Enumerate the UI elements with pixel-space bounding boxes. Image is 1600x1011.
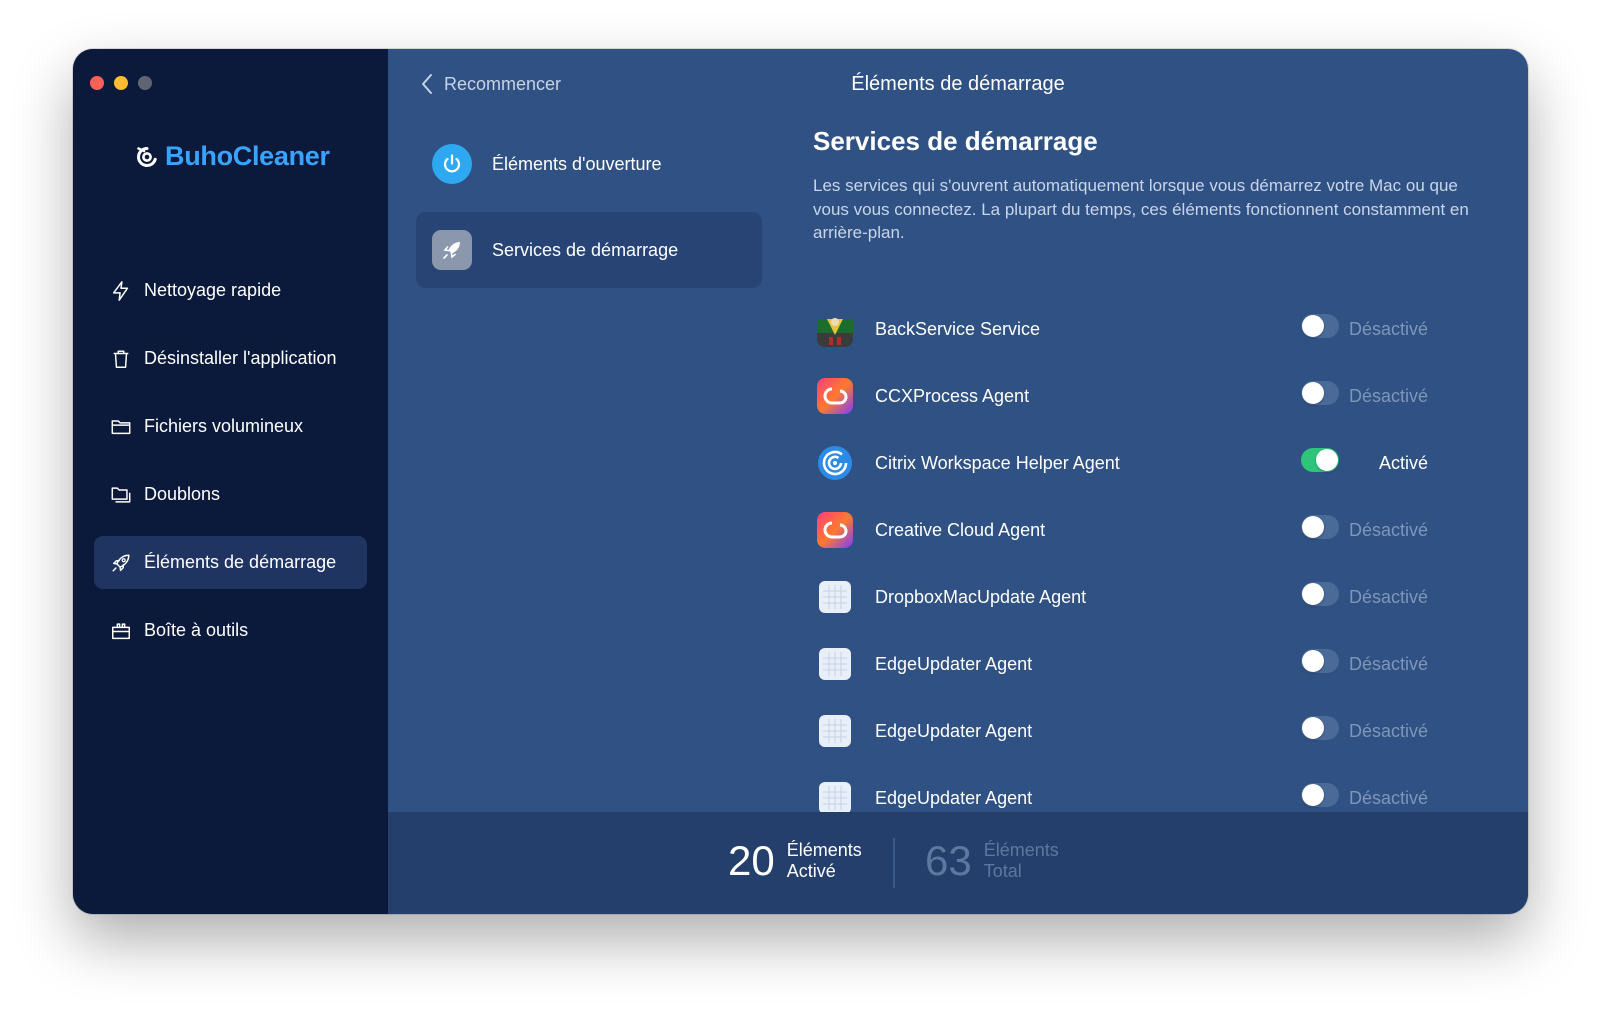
item-status: Activé [1379, 452, 1429, 473]
list-item: EdgeUpdater Agent Désactivé [813, 644, 1513, 684]
app-window: BuhoCleaner Nettoyage rapide Désinstalle… [73, 49, 1528, 914]
category-opening-items[interactable]: Éléments d'ouverture [416, 126, 762, 202]
sidebar-item-quick-clean[interactable]: Nettoyage rapide [94, 264, 367, 317]
active-label-line2: Activé [786, 861, 836, 881]
active-count: 20 [728, 837, 775, 884]
item-name: DropboxMacUpdate Agent [875, 586, 1087, 607]
item-status: Désactivé [1349, 586, 1429, 607]
item-toggle[interactable] [1301, 716, 1339, 740]
item-status: Désactivé [1349, 318, 1429, 339]
traffic-lights [90, 76, 152, 90]
list-item: EdgeUpdater Agent Désactivé [813, 711, 1513, 751]
list-item: Creative Cloud Agent Désactivé [813, 510, 1513, 550]
list-item: Citrix Workspace Helper Agent Activé [813, 443, 1513, 483]
item-toggle[interactable] [1301, 448, 1339, 472]
toggle-knob [1302, 315, 1324, 337]
backservice-icon [817, 311, 853, 347]
item-status: Désactivé [1349, 720, 1429, 741]
zoom-window-button[interactable] [138, 76, 152, 90]
sidebar-item-label: Éléments de démarrage [144, 552, 337, 572]
item-name: EdgeUpdater Agent [875, 720, 1033, 741]
item-name: CCXProcess Agent [875, 385, 1030, 406]
minimize-window-button[interactable] [114, 76, 128, 90]
footer-divider [893, 838, 895, 888]
item-name: Citrix Workspace Helper Agent [875, 452, 1120, 473]
total-count: 63 [925, 837, 972, 884]
folder-icon [111, 419, 131, 434]
toggle-knob [1302, 650, 1324, 672]
total-label-line1: Éléments [983, 840, 1059, 860]
generic-app-icon [817, 780, 853, 816]
sidebar-item-uninstall[interactable]: Désinstaller l'application [94, 332, 367, 385]
item-status: Désactivé [1349, 519, 1429, 540]
category-startup-services[interactable]: Services de démarrage [416, 212, 762, 288]
duplicate-folder-icon [111, 486, 131, 503]
toolbox-icon [112, 622, 130, 639]
rocket-icon [432, 230, 472, 270]
active-label-line1: Éléments [786, 840, 862, 860]
citrix-icon [817, 445, 853, 481]
power-icon [432, 144, 472, 184]
item-name: BackService Service [875, 318, 1041, 339]
total-count-label: Éléments Total [984, 840, 1059, 882]
list-item: DropboxMacUpdate Agent Désactivé [813, 577, 1513, 617]
toggle-knob [1302, 717, 1324, 739]
page-title: Éléments de démarrage [851, 73, 1065, 95]
sidebar-item-large-files[interactable]: Fichiers volumineux [94, 400, 367, 453]
section-title: Services de démarrage [813, 126, 1098, 156]
list-item: CCXProcess Agent Désactivé [813, 376, 1513, 416]
sidebar-item-startup[interactable]: Éléments de démarrage [94, 536, 367, 589]
toggle-knob [1302, 382, 1324, 404]
generic-app-icon [817, 713, 853, 749]
rocket-icon [112, 553, 130, 572]
total-label-line2: Total [983, 861, 1022, 881]
list-item: BackService Service Désactivé [813, 309, 1513, 349]
active-count-label: Éléments Activé [787, 840, 862, 882]
sidebar-nav: Nettoyage rapide Désinstaller l'applicat… [94, 264, 367, 672]
bolt-icon [112, 280, 129, 301]
item-name: Creative Cloud Agent [875, 519, 1046, 540]
category-label: Services de démarrage [492, 239, 679, 260]
item-name: EdgeUpdater Agent [875, 653, 1033, 674]
generic-app-icon [817, 646, 853, 682]
item-toggle[interactable] [1301, 783, 1339, 807]
toggle-knob [1316, 449, 1338, 471]
item-status: Désactivé [1349, 653, 1429, 674]
creative-cloud-icon [817, 378, 853, 414]
category-label: Éléments d'ouverture [492, 153, 662, 174]
sidebar-item-duplicates[interactable]: Doublons [94, 468, 367, 521]
item-toggle[interactable] [1301, 582, 1339, 606]
brand-name: BuhoCleaner [165, 141, 330, 171]
close-window-button[interactable] [90, 76, 104, 90]
toggle-knob [1302, 784, 1324, 806]
main-panel: Recommencer Éléments de démarrage Élémen… [388, 49, 1528, 914]
buhocleaner-logo-icon [137, 146, 157, 167]
item-toggle[interactable] [1301, 649, 1339, 673]
generic-app-icon [817, 579, 853, 615]
sidebar-item-label: Fichiers volumineux [144, 416, 304, 436]
item-name: EdgeUpdater Agent [875, 787, 1033, 808]
section-description: Les services qui s'ouvrent automatiqueme… [813, 176, 1469, 242]
creative-cloud-icon [817, 512, 853, 548]
sidebar-item-label: Boîte à outils [144, 620, 249, 640]
item-toggle[interactable] [1301, 381, 1339, 405]
sidebar-item-label: Désinstaller l'application [144, 348, 337, 368]
toggle-knob [1302, 583, 1324, 605]
sidebar-item-toolbox[interactable]: Boîte à outils [94, 604, 367, 657]
toggle-knob [1302, 516, 1324, 538]
item-toggle[interactable] [1301, 314, 1339, 338]
item-status: Désactivé [1349, 787, 1429, 808]
item-status: Désactivé [1349, 385, 1429, 406]
total-count-stat: 63 Éléments Total [925, 840, 1059, 882]
sidebar-item-label: Doublons [144, 484, 221, 504]
active-count-stat: 20 Éléments Activé [728, 840, 862, 882]
startup-services-list[interactable]: BackService Service Désactivé CCXProcess… [813, 289, 1513, 844]
trash-icon [113, 349, 129, 368]
sidebar-item-label: Nettoyage rapide [144, 280, 282, 300]
item-toggle[interactable] [1301, 515, 1339, 539]
footer-stats: 20 Éléments Activé 63 Éléments Total [388, 812, 1528, 914]
sidebar: BuhoCleaner Nettoyage rapide Désinstalle… [73, 49, 388, 914]
brand: BuhoCleaner [135, 141, 330, 172]
